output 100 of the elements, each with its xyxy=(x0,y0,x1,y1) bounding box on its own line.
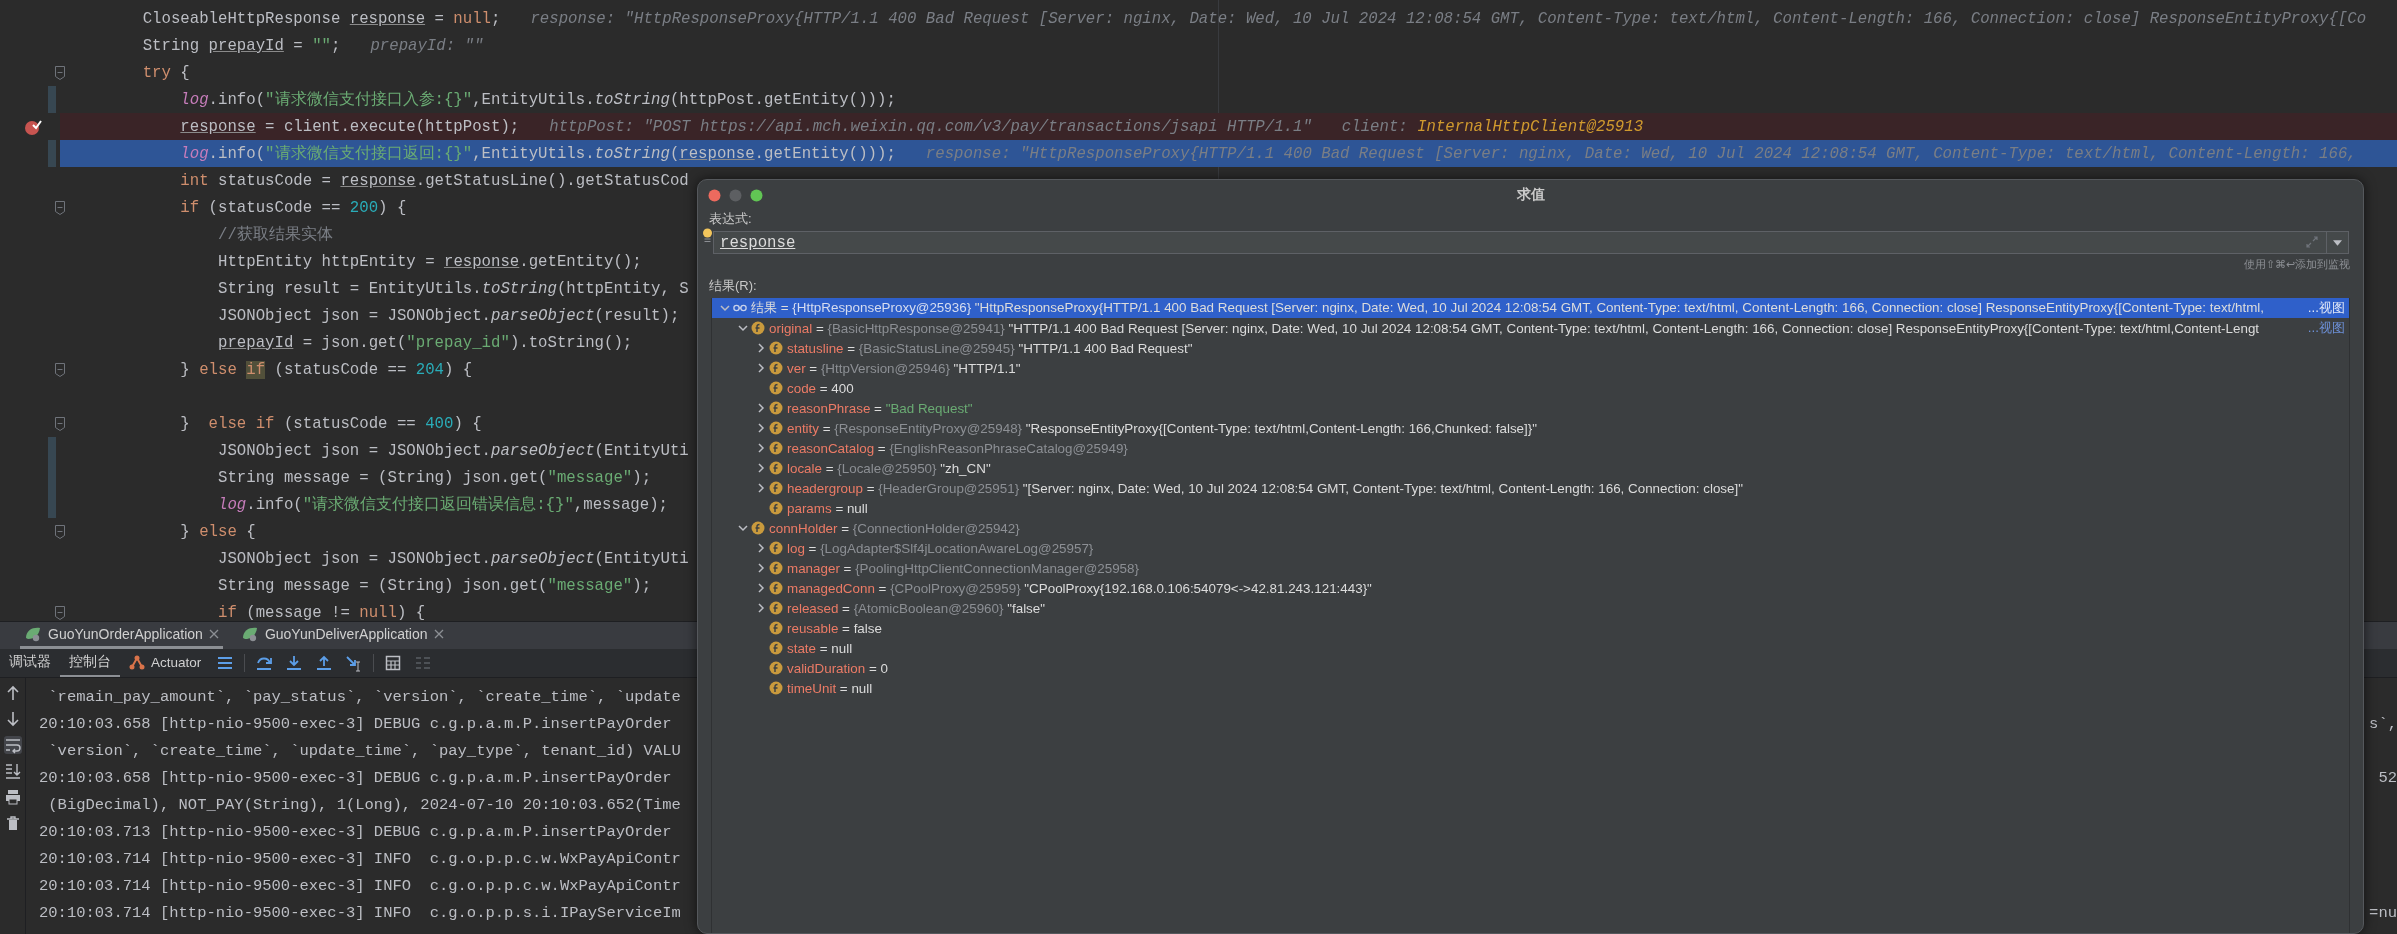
code-line: try { xyxy=(142,63,190,82)
tree-row[interactable]: managedConn = {CPoolProxy@25959} "CPoolProxy{192.168.0.106:54079<->42.81.243.121:443}" xyxy=(712,578,2349,598)
print-icon[interactable] xyxy=(3,788,22,806)
console-line: 20:10:03.713 [http-nio-9500-exec-3] DEBUG c.g.p.a.m.P.insertPayOrder xyxy=(39,822,672,841)
fold-icon[interactable] xyxy=(54,604,66,621)
code-line: prepayId = json.get("prepay_id").toString(); xyxy=(218,333,633,352)
tree-row[interactable]: code = 400 xyxy=(712,378,2349,398)
code-line: HttpEntity httpEntity = response.getEntity(); xyxy=(218,252,642,271)
code-line: response = client.execute(httpPost); xyxy=(180,117,520,136)
tree-node-label: timeUnit = null xyxy=(787,680,873,696)
tree-node-label: params = null xyxy=(787,500,868,516)
fold-icon[interactable] xyxy=(54,415,66,432)
tree-node-label: headergroup = {HeaderGroup@25951} "[Server: nginx, Date: Wed, 10 Jul 2024 12:08:54 GMT, Content-Type: text/html, Content-Length: 166, Connection: close]" xyxy=(787,480,1743,496)
close-button[interactable] xyxy=(708,188,721,202)
chevron-right-icon[interactable] xyxy=(755,483,766,493)
expression-field[interactable]: response xyxy=(713,231,2327,254)
field-icon xyxy=(769,561,783,575)
chevron-right-icon[interactable] xyxy=(755,583,766,593)
calculator-icon[interactable] xyxy=(384,654,403,672)
panel-tab[interactable]: 控制台 xyxy=(60,649,120,677)
tree-row[interactable]: reusable = false xyxy=(712,618,2349,638)
tree-node-label: validDuration = 0 xyxy=(787,660,888,676)
chevron-right-icon[interactable] xyxy=(755,543,766,553)
dialog-title: 求值 xyxy=(1516,187,1545,202)
tree-row[interactable]: log = {LogAdapter$Slf4jLocationAwareLog@25957} xyxy=(712,538,2349,558)
tree-row[interactable]: state = null xyxy=(712,638,2349,658)
bulb-icon[interactable] xyxy=(702,228,713,244)
zoom-button[interactable] xyxy=(750,188,763,202)
menu-icon[interactable] xyxy=(216,654,235,672)
chevron-right-icon[interactable] xyxy=(755,443,766,453)
code-line: String result = EntityUtils.toString(httpEntity, S xyxy=(218,279,689,298)
fold-icon[interactable] xyxy=(54,199,66,216)
field-icon xyxy=(769,481,783,495)
fold-icon[interactable] xyxy=(54,64,66,81)
field-icon xyxy=(751,521,765,535)
chevron-right-icon[interactable] xyxy=(755,343,766,353)
chevron-right-icon[interactable] xyxy=(755,563,766,573)
tree-row[interactable]: connHolder = {ConnectionHolder@25942} xyxy=(712,518,2349,538)
expression-label: 表达式: xyxy=(709,211,752,226)
tree-row[interactable]: timeUnit = null xyxy=(712,678,2349,698)
close-icon[interactable] xyxy=(208,629,219,639)
console-line: 20:10:03.714 [http-nio-9500-exec-3] INFO c.g.o.p.p.c.w.WxPayApiContr xyxy=(39,876,681,895)
step-into-icon[interactable] xyxy=(285,654,304,672)
tree-node-label: statusline = {BasicStatusLine@25945} "HTTP/1.1 400 Bad Request" xyxy=(787,340,1193,356)
tree-row[interactable]: reasonCatalog = {EnglishReasonPhraseCatalog@25949} xyxy=(712,438,2349,458)
tree-row[interactable]: locale = {Locale@25950} "zh_CN" xyxy=(712,458,2349,478)
step-out-icon[interactable] xyxy=(315,654,334,672)
console-line: 20:10:03.714 [http-nio-9500-exec-3] INFO c.g.o.p.p.s.i.IPayServiceIm xyxy=(39,903,681,922)
chevron-right-icon[interactable] xyxy=(755,603,766,613)
session-tab[interactable]: GuoYunDeliverApplication xyxy=(236,622,448,649)
tree-row[interactable]: ver = {HttpVersion@25946} "HTTP/1.1" xyxy=(712,358,2349,378)
fold-icon[interactable] xyxy=(54,523,66,540)
code-line: String message = (String) json.get("message"); xyxy=(218,576,652,595)
soft-wrap-icon[interactable] xyxy=(3,736,22,754)
tree-row[interactable] xyxy=(712,298,2349,318)
inline-value-hint: response: "HttpResponseProxy{HTTP/1.1 400 Bad Request [Server: nginx, Date: Wed, 10 Jul 2024 12:08:54 GMT, Content-Type: text/html, Content-Length: 166, xyxy=(925,144,2357,163)
console-line: =nu xyxy=(2369,903,2397,922)
tree-row[interactable]: reasonPhrase = "Bad Request" xyxy=(712,398,2349,418)
history-dropdown-button[interactable] xyxy=(2327,231,2349,254)
code-line: } else { xyxy=(180,522,256,541)
console-line: `version`, `create_time`, `update_time`, `pay_type`, tenant_id) VALU xyxy=(47,742,681,761)
result-label: 结果(R): xyxy=(709,278,757,293)
field-icon xyxy=(769,381,783,395)
tree-node-label: log = {LogAdapter$Slf4jLocationAwareLog@25957} xyxy=(787,540,1094,556)
field-icon xyxy=(769,441,783,455)
inline-value-hint: httpPost: "POST https://api.mch.weixin.qq.com/v3/pay/transactions/jsapi HTTP/1.1" xyxy=(549,117,1312,136)
field-icon xyxy=(769,621,783,635)
tree-row[interactable]: statusline = {BasicStatusLine@25945} "HTTP/1.1 400 Bad Request" xyxy=(712,338,2349,358)
field-icon xyxy=(769,501,783,515)
tree-row[interactable]: manager = {PoolingHttpClientConnectionManager@25958} xyxy=(712,558,2349,578)
field-icon xyxy=(769,601,783,615)
chevron-down-icon[interactable] xyxy=(737,323,748,333)
chevron-right-icon[interactable] xyxy=(755,403,766,413)
chevron-right-icon[interactable] xyxy=(755,423,766,433)
tree-row[interactable]: entity = {ResponseEntityProxy@25948} "ResponseEntityProxy{[Content-Type: text/html,Content-Length: 166,Chunked: false]}" xyxy=(712,418,2349,438)
code-line: log.info("请求微信支付接口返回错误信息:{}",message); xyxy=(218,495,668,515)
code-line: JSONObject json = JSONObject.parseObject(EntityUti xyxy=(218,441,689,460)
chevron-down-icon[interactable] xyxy=(719,303,730,313)
close-icon[interactable] xyxy=(433,629,444,639)
code-line: log.info("请求微信支付接口返回:{}",EntityUtils.toString(response.getEntity())); xyxy=(180,144,896,164)
panel-tab[interactable]: Actuator xyxy=(120,649,211,677)
field-icon xyxy=(769,641,783,655)
scroll-to-end-icon[interactable] xyxy=(3,762,22,780)
field-icon xyxy=(769,661,783,675)
tree-row[interactable]: headergroup = {HeaderGroup@25951} "[Server: nginx, Date: Wed, 10 Jul 2024 12:08:54 GMT, Content-Type: text/html, Content-Length: 166, Connection: close]" xyxy=(712,478,2349,498)
tree-row[interactable]: validDuration = 0 xyxy=(712,658,2349,678)
tree-row[interactable]: released = {AtomicBoolean@25960} "false" xyxy=(712,598,2349,618)
view-link[interactable]: ...视图 xyxy=(2307,299,2345,317)
fold-icon[interactable] xyxy=(54,361,66,378)
tree-node-label: manager = {PoolingHttpClientConnectionManager@25958} xyxy=(787,560,1139,576)
tree-node-label: released = {AtomicBoolean@25960} "false" xyxy=(787,600,1045,616)
caret-icon xyxy=(2333,239,2342,246)
code-line: if (message != null) { xyxy=(218,603,426,621)
tree-row[interactable]: params = null xyxy=(712,498,2349,518)
chevron-right-icon[interactable] xyxy=(755,363,766,373)
tree-node-label: reasonCatalog = {EnglishReasonPhraseCatalog@25949} xyxy=(787,440,1128,456)
code-line: if (statusCode == 200) { xyxy=(180,198,407,217)
chevron-right-icon[interactable] xyxy=(755,463,766,473)
chevron-down-icon[interactable] xyxy=(737,523,748,533)
panel-tab[interactable]: 调试器 xyxy=(0,649,60,677)
